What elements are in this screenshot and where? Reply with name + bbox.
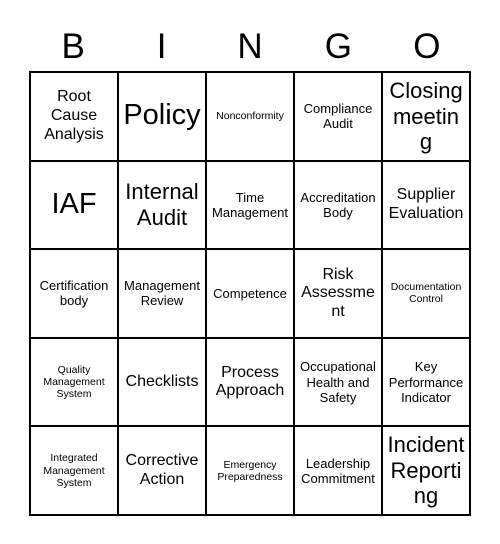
bingo-cell[interactable]: Certification body — [31, 250, 119, 339]
bingo-cell[interactable]: Checklists — [119, 338, 207, 428]
bingo-cell-label: Incident Reporting — [387, 432, 465, 509]
bingo-cell-label: Time Management — [212, 189, 288, 220]
bingo-header-letter-o: O — [413, 26, 441, 66]
bingo-cell-label: Supplier Evaluation — [388, 186, 464, 222]
bingo-header-letter-g: G — [324, 26, 353, 66]
bingo-grid: Root Cause Analysis Policy Nonconformity… — [29, 71, 471, 516]
bingo-cell[interactable]: Emergency Preparedness — [207, 427, 295, 516]
bingo-cell[interactable]: Key Performance Indicator — [383, 338, 471, 428]
bingo-cell-label: Leadership Commitment — [301, 455, 375, 486]
bingo-cell[interactable]: Nonconformity — [207, 73, 295, 162]
bingo-cell-label: Root Cause Analysis — [44, 88, 104, 143]
bingo-cell-label: Quality Management System — [43, 363, 105, 401]
bingo-cell[interactable]: Closing meeting — [383, 73, 471, 162]
bingo-cell[interactable]: Management Review — [119, 250, 207, 339]
bingo-cell[interactable]: Root Cause Analysis — [31, 73, 119, 162]
bingo-cell[interactable]: Documentation Control — [383, 250, 471, 339]
bingo-cell-label: IAF — [51, 188, 97, 221]
bingo-cell-label: Emergency Preparedness — [217, 458, 283, 483]
bingo-cell-label: Competence — [213, 285, 287, 301]
bingo-cell-label: Management Review — [124, 278, 200, 309]
bingo-header-letter-b: B — [61, 26, 85, 66]
bingo-cell-label: Corrective Action — [125, 452, 199, 488]
bingo-cell[interactable]: Quality Management System — [31, 338, 119, 428]
bingo-cell[interactable]: Accreditation Body — [295, 161, 383, 251]
bingo-header-letter-n: N — [237, 26, 263, 66]
bingo-cell[interactable]: Incident Reporting — [383, 427, 471, 516]
bingo-cell[interactable]: Competence — [207, 250, 295, 339]
bingo-cell-label: Compliance Audit — [303, 101, 373, 132]
bingo-cell-label: Integrated Management System — [43, 452, 105, 489]
bingo-cell-label: Policy — [123, 99, 201, 132]
bingo-cell-label: Process Approach — [215, 363, 285, 400]
bingo-cell[interactable]: Time Management — [207, 161, 295, 251]
bingo-cell[interactable]: Occupational Health and Safety — [295, 338, 383, 428]
bingo-header-letter-i: I — [156, 26, 167, 66]
bingo-cell-label: Occupational Health and Safety — [300, 359, 376, 405]
bingo-card: B I N G O Root Cause Analysis Policy Non… — [29, 21, 471, 516]
bingo-cell-label: Nonconformity — [216, 110, 284, 123]
bingo-header-row: B I N G O — [29, 21, 471, 71]
bingo-cell-label: Closing meeting — [389, 78, 463, 155]
bingo-row: Root Cause Analysis Policy Nonconformity… — [31, 73, 471, 162]
bingo-row: Integrated Management System Corrective … — [31, 427, 471, 516]
bingo-cell[interactable]: Supplier Evaluation — [383, 161, 471, 251]
bingo-row: Quality Management System Checklists Pro… — [31, 338, 471, 428]
bingo-row: IAF Internal Audit Time Management Accre… — [31, 161, 471, 251]
bingo-cell-label: Certification body — [39, 278, 109, 309]
bingo-cell[interactable]: Compliance Audit — [295, 73, 383, 162]
bingo-cell-label: Documentation Control — [390, 281, 462, 306]
bingo-cell[interactable]: Integrated Management System — [31, 427, 119, 516]
bingo-cell-label: Accreditation Body — [300, 189, 376, 220]
bingo-cell-label: Internal Audit — [125, 179, 199, 230]
bingo-cell-label: Key Performance Indicator — [388, 359, 464, 405]
bingo-cell-label: Risk Assessment — [301, 265, 375, 320]
bingo-cell[interactable]: Risk Assessment — [295, 250, 383, 339]
bingo-cell[interactable]: Policy — [119, 73, 207, 162]
bingo-cell[interactable]: IAF — [31, 161, 119, 251]
bingo-cell[interactable]: Leadership Commitment — [295, 427, 383, 516]
bingo-cell[interactable]: Corrective Action — [119, 427, 207, 516]
bingo-cell[interactable]: Process Approach — [207, 338, 295, 428]
bingo-cell[interactable]: Internal Audit — [119, 161, 207, 251]
bingo-row: Certification body Management Review Com… — [31, 250, 471, 339]
bingo-cell-label: Checklists — [125, 372, 199, 390]
